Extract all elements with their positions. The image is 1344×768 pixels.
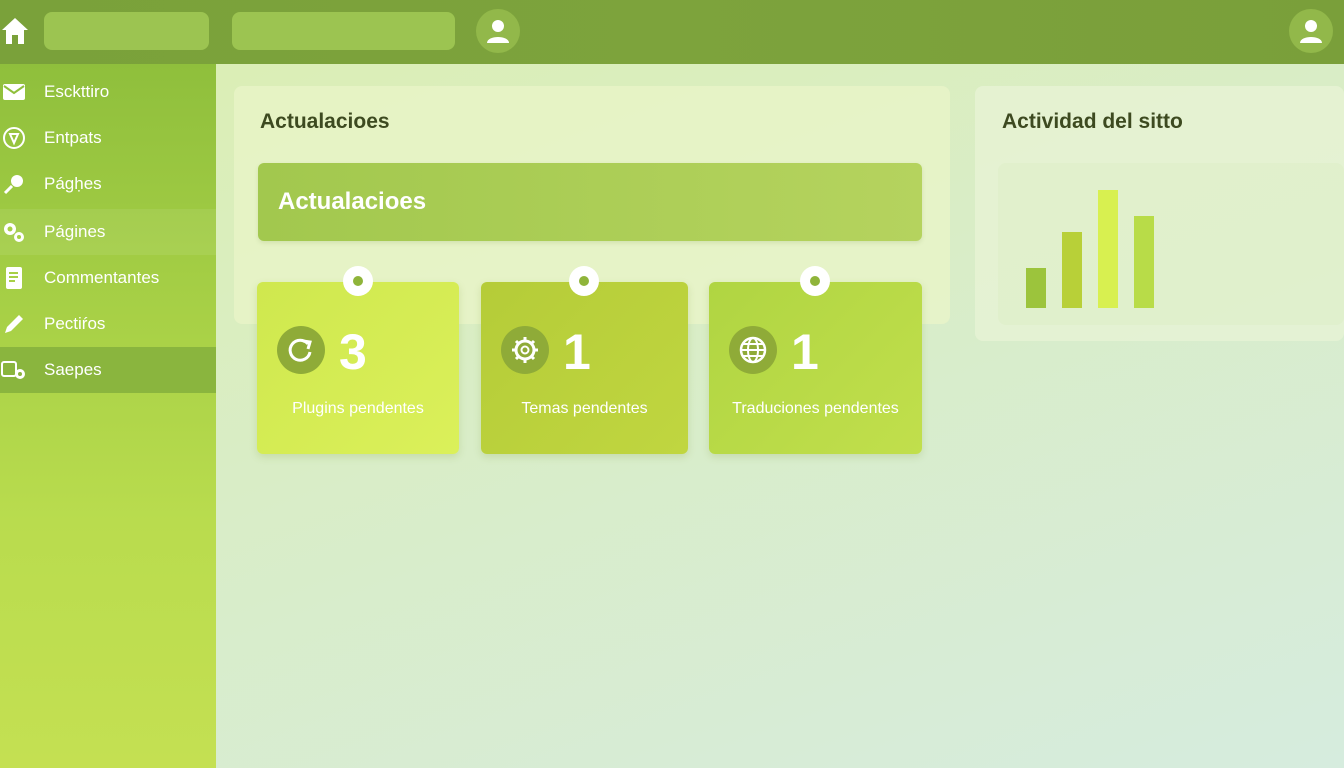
themes-pending-label: Temas pendentes (521, 400, 648, 417)
sidebar-item-pectiros[interactable]: Pectiŕos (0, 301, 216, 347)
card-pin-icon (343, 266, 373, 296)
translations-pending-card[interactable]: 1 Traduciones pendentes (709, 266, 922, 454)
user-avatar-icon[interactable] (476, 9, 520, 53)
top-search-pill[interactable] (232, 12, 455, 50)
sidebar-item-pagines[interactable]: Págines (0, 209, 216, 255)
sidebar-item-commentantes[interactable]: Commentantes (0, 255, 216, 301)
pushpin-icon (0, 170, 28, 198)
envelope-icon (0, 78, 28, 106)
activity-bar-chart (1020, 180, 1170, 308)
card-pin-icon (569, 266, 599, 296)
sidebar-item-label: Págines (44, 222, 106, 241)
plugins-pending-card[interactable]: 3 Plugins pendentes (257, 266, 459, 454)
account-avatar-icon[interactable] (1289, 9, 1333, 53)
sidebar-item-esckttiro[interactable]: Esckttiro (0, 69, 216, 115)
chart-bar (1062, 232, 1082, 308)
chart-bar (1098, 190, 1118, 308)
translations-pending-count: 1 (791, 324, 819, 380)
updates-panel-title: Actualacioes (260, 110, 390, 133)
activity-panel-title: Actividad del sitto (1002, 110, 1183, 133)
sidebar-item-entpats[interactable]: Entpats (0, 115, 216, 161)
top-nav-pill[interactable] (44, 12, 209, 50)
sidebar-item-label: Pectiŕos (44, 314, 106, 333)
card-pin-icon (800, 266, 830, 296)
plugins-pending-label: Plugins pendentes (292, 400, 424, 417)
chart-bar (1134, 216, 1154, 308)
updates-banner[interactable]: Actualacioes (258, 163, 922, 241)
sidebar-item-label: Saepes (44, 360, 102, 379)
sidebar-item-saepes[interactable]: Saepes (0, 347, 216, 393)
sidebar-item-label: Commentantes (44, 268, 160, 287)
gears-icon (0, 218, 28, 246)
home-icon[interactable] (0, 14, 30, 48)
sidebar-item-paghes[interactable]: Págḥes (0, 161, 216, 207)
themes-pending-count: 1 (563, 324, 591, 380)
pin-circle-icon (0, 124, 28, 152)
plugins-pending-count: 3 (339, 324, 367, 380)
themes-pending-card[interactable]: 1 Temas pendentes (481, 266, 688, 454)
settings-icon (0, 356, 28, 384)
sidebar-item-label: Entpats (44, 128, 102, 147)
translations-pending-label: Traduciones pendentes (732, 400, 899, 417)
pencil-icon (0, 310, 28, 338)
refresh-icon (277, 326, 325, 374)
chart-bar (1026, 268, 1046, 308)
updates-banner-label: Actualacioes (278, 188, 427, 215)
top-bar (0, 0, 1344, 64)
globe-icon (729, 326, 777, 374)
document-icon (0, 264, 28, 292)
sidebar-item-label: Págḥes (44, 174, 102, 193)
sidebar-item-label: Esckttiro (44, 82, 110, 101)
gear-icon (501, 326, 549, 374)
